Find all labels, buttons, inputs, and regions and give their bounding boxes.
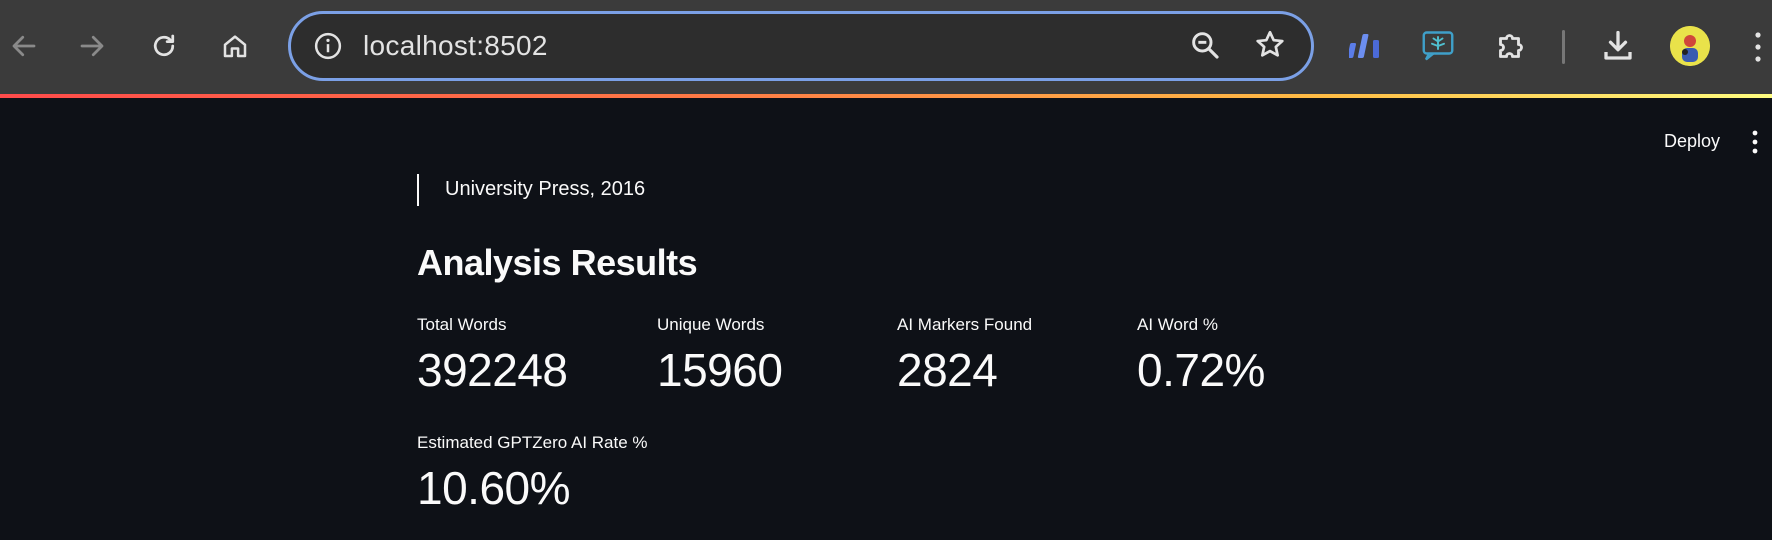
page-heading: Analysis Results: [417, 242, 698, 283]
reload-button[interactable]: [140, 22, 188, 70]
back-button[interactable]: [0, 22, 48, 70]
star-icon[interactable]: [1253, 28, 1287, 62]
kebab-menu-icon[interactable]: [1752, 30, 1764, 64]
home-icon: [223, 35, 247, 58]
chat-tree-extension-icon[interactable]: [1418, 26, 1458, 66]
metric-label: AI Word %: [1137, 315, 1218, 334]
metric-value: 2824: [897, 344, 998, 396]
toolbar-divider: [1562, 30, 1565, 64]
home-button[interactable]: [211, 22, 259, 70]
blockquote-text: University Press, 2016: [445, 178, 646, 200]
metric-ai-markers: AI Markers Found 2824: [897, 314, 1032, 398]
arrow-right-icon: [80, 35, 104, 57]
app-decoration-bar: [0, 94, 1772, 98]
arrow-left-icon: [12, 35, 36, 57]
puzzle-extension-icon[interactable]: [1491, 26, 1531, 66]
metric-value: 392248: [417, 344, 568, 396]
metric-ai-word-percent: AI Word % 0.72%: [1137, 314, 1265, 398]
metric-total-words: Total Words 392248: [417, 314, 568, 398]
metric-value: 0.72%: [1137, 344, 1265, 396]
metric-label: Unique Words: [657, 315, 765, 334]
metric-unique-words: Unique Words 15960: [657, 314, 783, 398]
browser-toolbar: localhost:8502: [0, 0, 1772, 94]
url-text[interactable]: localhost:8502: [363, 30, 548, 62]
forward-button[interactable]: [68, 22, 116, 70]
metric-value: 10.60%: [417, 462, 571, 514]
metric-label: AI Markers Found: [897, 315, 1033, 334]
metric-value: 15960: [657, 344, 783, 396]
profile-avatar[interactable]: [1670, 26, 1710, 66]
metric-label: Estimated GPTZero AI Rate %: [417, 433, 648, 452]
info-icon[interactable]: [313, 31, 343, 61]
blockquote: University Press, 2016: [417, 174, 645, 206]
zoom-out-icon[interactable]: [1189, 29, 1221, 61]
address-bar[interactable]: localhost:8502: [288, 11, 1314, 81]
reload-icon: [153, 34, 175, 57]
deploy-button[interactable]: Deploy: [1650, 126, 1734, 156]
metric-gptzero-rate: Estimated GPTZero AI Rate % 10.60%: [417, 432, 648, 516]
metric-label: Total Words: [417, 315, 507, 334]
download-icon[interactable]: [1598, 26, 1638, 66]
bar-chart-extension-icon[interactable]: [1347, 26, 1387, 66]
app-menu-icon[interactable]: [1747, 129, 1763, 155]
